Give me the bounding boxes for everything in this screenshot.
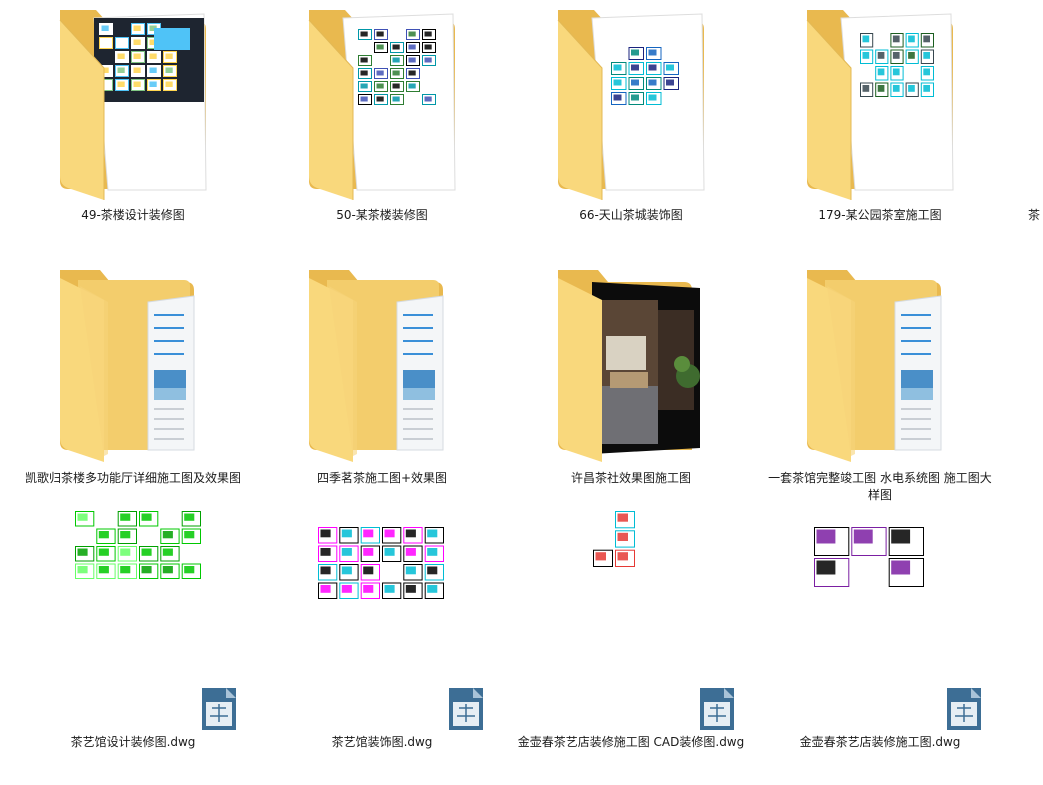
folder-item[interactable]: 凯歌归茶楼多功能厅详细施工图及效果图 — [8, 266, 258, 516]
dwg-file-item[interactable]: 茶艺馆设计装修图.dwg — [8, 508, 258, 758]
item-name-label: 179-某公园茶室施工图 — [818, 208, 942, 222]
item-name-label: 凯歌归茶楼多功能厅详细施工图及效果图 — [24, 471, 241, 485]
folder-item[interactable]: 66-天山茶城装饰图 — [506, 4, 756, 254]
folder-item[interactable]: 四季茗茶施工图+效果图 — [257, 266, 507, 516]
item-name-label: 66-天山茶城装饰图 — [579, 208, 683, 222]
folder-item[interactable]: 50-某茶楼装修图 — [257, 4, 507, 254]
folder-item[interactable]: 许昌茶社效果图施工图 — [506, 266, 756, 516]
folder-item[interactable]: 49-茶楼设计装修图 — [8, 4, 258, 254]
item-name-label: 49-茶楼设计装修图 — [81, 208, 185, 222]
clipped-item-label[interactable]: 茶 — [1028, 207, 1040, 224]
dwg-file-item[interactable]: 茶艺馆装饰图.dwg — [257, 508, 507, 758]
item-name-label: 四季茗茶施工图+效果图 — [316, 471, 448, 485]
item-name-label: 金壶春茶艺店装修施工图.dwg — [799, 735, 961, 749]
item-name-label: 茶艺馆装饰图.dwg — [331, 735, 433, 749]
item-name-label: 许昌茶社效果图施工图 — [570, 471, 691, 485]
item-name-label: 一套茶馆完整竣工图 水电系统图 施工图大样图 — [768, 471, 992, 502]
item-name-label: 茶艺馆设计装修图.dwg — [70, 735, 196, 749]
item-name-label: 金壶春茶艺店装修施工图 CAD装修图.dwg — [517, 735, 745, 749]
dwg-file-item[interactable]: 金壶春茶艺店装修施工图 CAD装修图.dwg — [506, 508, 756, 758]
dwg-file-item[interactable]: 金壶春茶艺店装修施工图.dwg — [755, 508, 1005, 758]
folder-item[interactable]: 179-某公园茶室施工图 — [755, 4, 1005, 254]
item-name-label: 50-某茶楼装修图 — [336, 208, 428, 222]
folder-item[interactable]: 一套茶馆完整竣工图 水电系统图 施工图大样图 — [755, 266, 1005, 516]
